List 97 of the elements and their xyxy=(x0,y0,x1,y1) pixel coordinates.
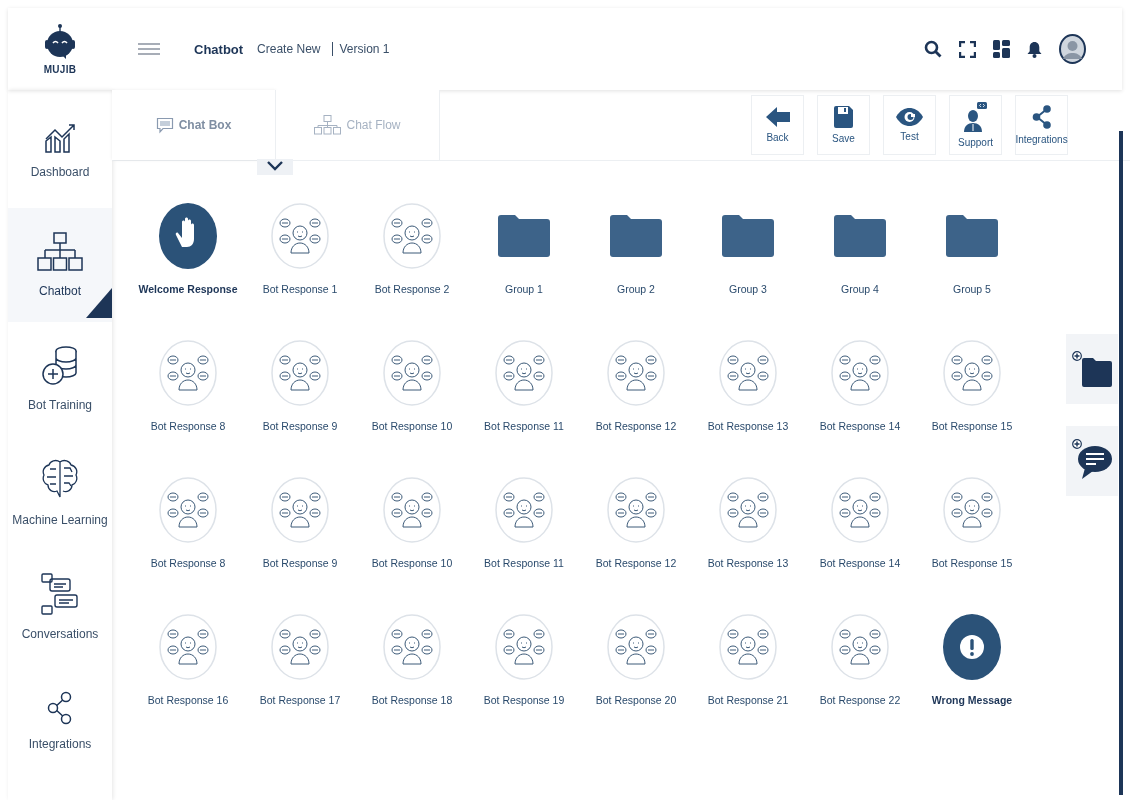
robot-chat-icon xyxy=(383,203,441,269)
response-node[interactable]: Bot Response 17 xyxy=(244,614,356,751)
page-title: Chatbot xyxy=(194,41,244,57)
arrow-left-icon xyxy=(765,107,790,127)
response-node[interactable]: Bot Response 11 xyxy=(468,477,580,614)
response-node[interactable]: Welcome Response xyxy=(132,203,244,340)
sidebar-item[interactable]: Bot Training xyxy=(8,322,112,436)
robot-chat-icon xyxy=(159,614,217,680)
robot-chat-icon xyxy=(383,614,441,680)
robot-chat-icon xyxy=(719,340,777,406)
response-node[interactable]: Bot Response 22 xyxy=(804,614,916,751)
robot-chat-icon xyxy=(383,340,441,406)
robot-chat-icon xyxy=(271,203,329,269)
toolbar-button[interactable]: Test xyxy=(883,95,936,155)
robot-chat-icon xyxy=(383,477,441,543)
response-node[interactable]: Bot Response 14 xyxy=(804,340,916,477)
response-node[interactable]: Bot Response 1 xyxy=(244,203,356,340)
response-node[interactable]: Bot Response 14 xyxy=(804,477,916,614)
response-node[interactable]: Bot Response 13 xyxy=(692,340,804,477)
robot-chat-icon xyxy=(271,614,329,680)
add-folder-button[interactable] xyxy=(1066,334,1118,404)
exclamation-icon xyxy=(943,614,1001,680)
response-node[interactable]: Group 4 xyxy=(804,203,916,340)
chart-icon xyxy=(44,123,76,153)
toolbar-button[interactable]: Save xyxy=(817,95,870,155)
robot-chat-icon xyxy=(159,477,217,543)
response-node[interactable]: Group 3 xyxy=(692,203,804,340)
sidebar-item[interactable]: Machine Learning xyxy=(8,436,112,550)
response-node[interactable]: Bot Response 11 xyxy=(468,340,580,477)
breadcrumb-link[interactable]: Version 1 xyxy=(332,42,390,56)
response-node[interactable]: Bot Response 20 xyxy=(580,614,692,751)
response-node[interactable]: Bot Response 13 xyxy=(692,477,804,614)
robot-chat-icon xyxy=(943,477,1001,543)
response-node[interactable]: Bot Response 15 xyxy=(916,477,1028,614)
dashboard-grid-icon[interactable] xyxy=(993,40,1010,58)
robot-chat-icon xyxy=(495,340,553,406)
toolbar-button[interactable]: Support xyxy=(949,95,1002,155)
response-node[interactable]: Bot Response 9 xyxy=(244,477,356,614)
breadcrumb-link[interactable]: Create New xyxy=(257,42,321,56)
robot-chat-icon xyxy=(607,340,665,406)
hierarchy-icon xyxy=(37,232,83,272)
robot-chat-icon xyxy=(607,477,665,543)
response-node[interactable]: Bot Response 8 xyxy=(132,477,244,614)
response-node[interactable]: Bot Response 12 xyxy=(580,477,692,614)
robot-chat-icon xyxy=(831,477,889,543)
waving-hand-icon xyxy=(159,203,217,269)
sidebar-item[interactable]: Chatbot xyxy=(8,208,112,322)
response-node[interactable]: Bot Response 16 xyxy=(132,614,244,751)
robot-chat-icon xyxy=(831,614,889,680)
toolbar-button[interactable]: Integrations xyxy=(1015,95,1068,155)
robot-chat-icon xyxy=(719,614,777,680)
hierarchy-icon xyxy=(314,115,342,135)
add-message-button[interactable] xyxy=(1066,426,1118,496)
support-agent-icon xyxy=(962,102,989,132)
bell-icon[interactable] xyxy=(1027,40,1042,58)
tab[interactable]: Chat Box xyxy=(112,90,276,160)
robot-chat-icon xyxy=(159,340,217,406)
share-icon xyxy=(1031,105,1052,129)
folder-plus-icon xyxy=(1072,351,1112,387)
response-node[interactable]: Wrong Message xyxy=(916,614,1028,751)
robot-chat-icon xyxy=(719,477,777,543)
response-node[interactable]: Bot Response 21 xyxy=(692,614,804,751)
avatar-icon[interactable] xyxy=(1059,34,1086,64)
response-node[interactable]: Bot Response 8 xyxy=(132,340,244,477)
share-icon xyxy=(47,691,73,725)
response-node[interactable]: Bot Response 15 xyxy=(916,340,1028,477)
brand-name: MUJIB xyxy=(43,64,77,75)
robot-chat-icon xyxy=(943,340,1001,406)
response-node[interactable]: Bot Response 19 xyxy=(468,614,580,751)
response-node[interactable]: Group 2 xyxy=(580,203,692,340)
database-plus-icon xyxy=(42,346,78,386)
robot-chat-icon xyxy=(271,340,329,406)
toolbar-button[interactable]: Back xyxy=(751,95,804,155)
response-node[interactable]: Bot Response 12 xyxy=(580,340,692,477)
response-node[interactable]: Bot Response 10 xyxy=(356,477,468,614)
robot-chat-icon xyxy=(831,340,889,406)
response-node[interactable]: Group 1 xyxy=(468,203,580,340)
chat-list-icon xyxy=(41,573,79,615)
scrollbar[interactable] xyxy=(1119,131,1123,795)
robot-chat-icon xyxy=(495,614,553,680)
search-icon[interactable] xyxy=(924,40,942,58)
sidebar-item[interactable]: Integrations xyxy=(8,664,112,778)
robot-chat-icon xyxy=(495,477,553,543)
sidebar-item[interactable]: Conversations xyxy=(8,550,112,664)
eye-icon xyxy=(896,108,923,126)
response-node[interactable]: Bot Response 10 xyxy=(356,340,468,477)
fullscreen-icon[interactable] xyxy=(959,40,976,58)
chevron-down-icon[interactable] xyxy=(257,159,293,175)
response-node[interactable]: Bot Response 2 xyxy=(356,203,468,340)
response-node[interactable]: Bot Response 9 xyxy=(244,340,356,477)
sidebar-item[interactable]: Dashboard xyxy=(8,94,112,208)
robot-chat-icon xyxy=(607,614,665,680)
response-node[interactable]: Bot Response 18 xyxy=(356,614,468,751)
selection-marker-icon xyxy=(86,288,112,318)
robot-chat-icon xyxy=(271,477,329,543)
response-node[interactable]: Group 5 xyxy=(916,203,1028,340)
chat-bubble-icon xyxy=(155,116,174,134)
